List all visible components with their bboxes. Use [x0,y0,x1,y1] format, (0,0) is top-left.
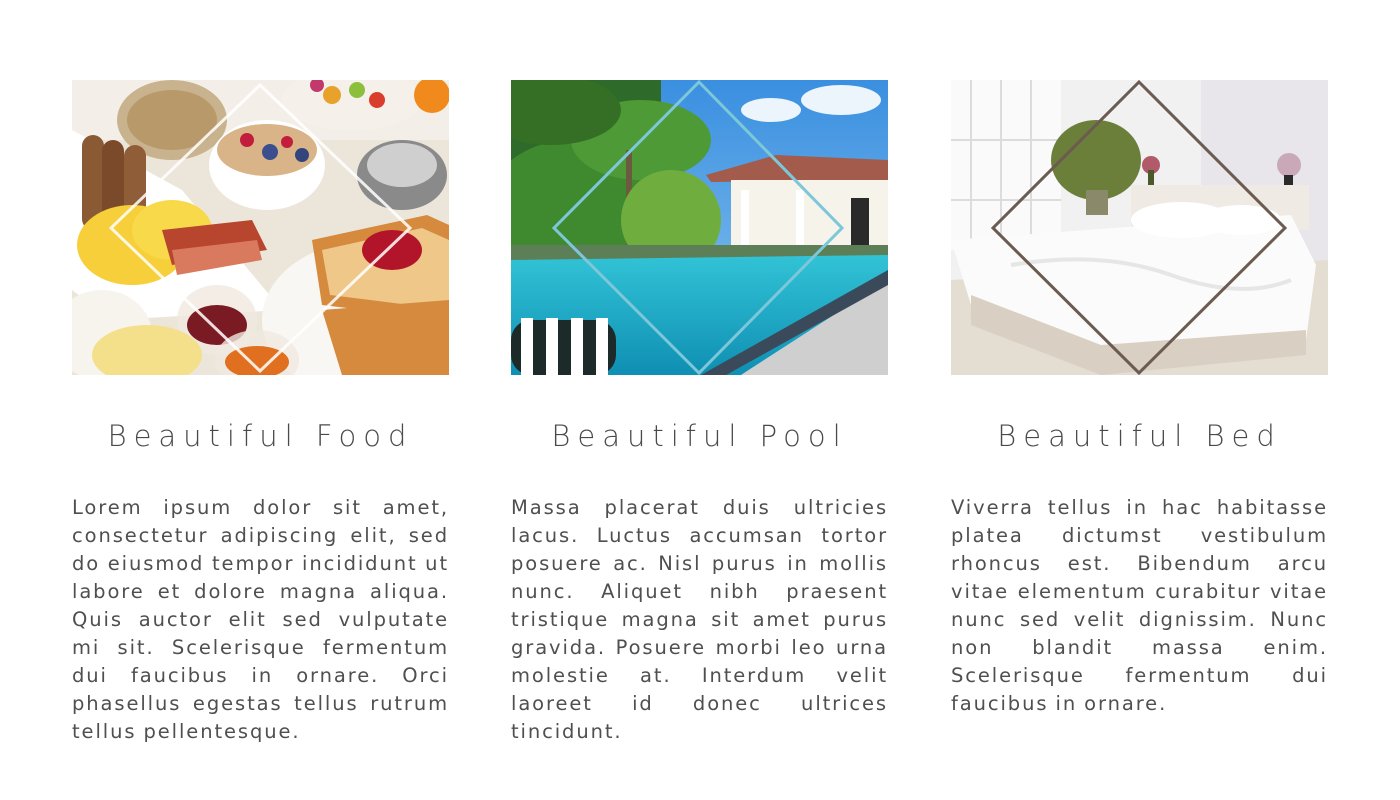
pool-card-description: Massa placerat duis ultricies lacus. Luc… [511,496,888,743]
food-card-description: Lorem ipsum dolor sit amet, consectetur … [72,496,449,743]
food-card-title: Beautiful Food [107,419,414,453]
feature-cards-page: Beautiful Food Lorem ipsum dolor sit ame… [0,0,1400,800]
bed-card: Beautiful Bed Viverra tellus in hac habi… [951,80,1328,715]
pool-photo [511,80,888,375]
bed-photo [951,80,1328,375]
bed-card-description: Viverra tellus in hac habitasse platea d… [951,496,1328,715]
pool-card-title: Beautiful Pool [551,419,848,453]
food-card: Beautiful Food Lorem ipsum dolor sit ame… [72,80,449,743]
bed-card-title: Beautiful Bed [997,419,1282,453]
pool-card: Beautiful Pool Massa placerat duis ultri… [511,80,888,743]
food-photo [72,80,449,375]
